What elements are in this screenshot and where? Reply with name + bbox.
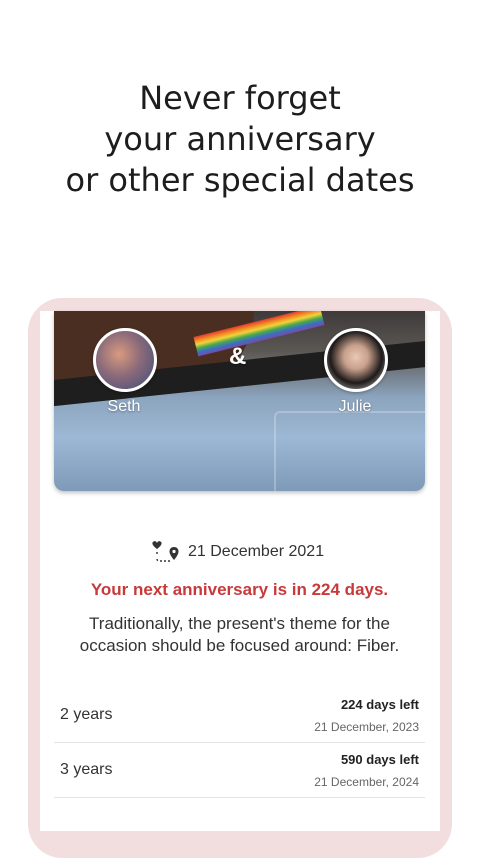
- start-date-text: 21 December 2021: [188, 543, 325, 560]
- headline-line-1: Never forget: [139, 79, 341, 117]
- promo-headline: Never forget your anniversary or other s…: [0, 78, 480, 201]
- headline-line-2: your anniversary: [104, 120, 376, 158]
- list-item[interactable]: 2 years 224 days left 21 December, 2023: [54, 688, 425, 743]
- next-anniversary-text: Your next anniversary is in 224 days.: [90, 580, 389, 599]
- avatar-person-1[interactable]: [93, 328, 157, 392]
- person-1-name: Seth: [107, 398, 141, 415]
- list-item[interactable]: 3 years 590 days left 21 December, 2024: [54, 743, 425, 798]
- photo-pocket-shape: [274, 411, 425, 491]
- days-left: 590 days left: [340, 752, 419, 767]
- anniversary-list: 2 years 224 days left 21 December, 2023 …: [54, 688, 425, 798]
- days-left: 224 days left: [340, 697, 419, 712]
- gift-theme-text: Traditionally, the present's theme for t…: [79, 614, 400, 655]
- heart-path-pin-icon: [152, 541, 179, 562]
- anniversary-date: 21 December, 2024: [314, 775, 419, 789]
- anniversary-years: 3 years: [60, 761, 113, 778]
- relationship-start-date: 21 December 2021: [150, 539, 324, 565]
- avatar-person-2[interactable]: [324, 328, 388, 392]
- anniversary-years: 2 years: [60, 706, 113, 723]
- couple-separator: &: [229, 343, 247, 370]
- headline-line-3: or other special dates: [65, 161, 415, 199]
- anniversary-date: 21 December, 2023: [314, 720, 419, 734]
- person-2-name: Julie: [338, 398, 372, 415]
